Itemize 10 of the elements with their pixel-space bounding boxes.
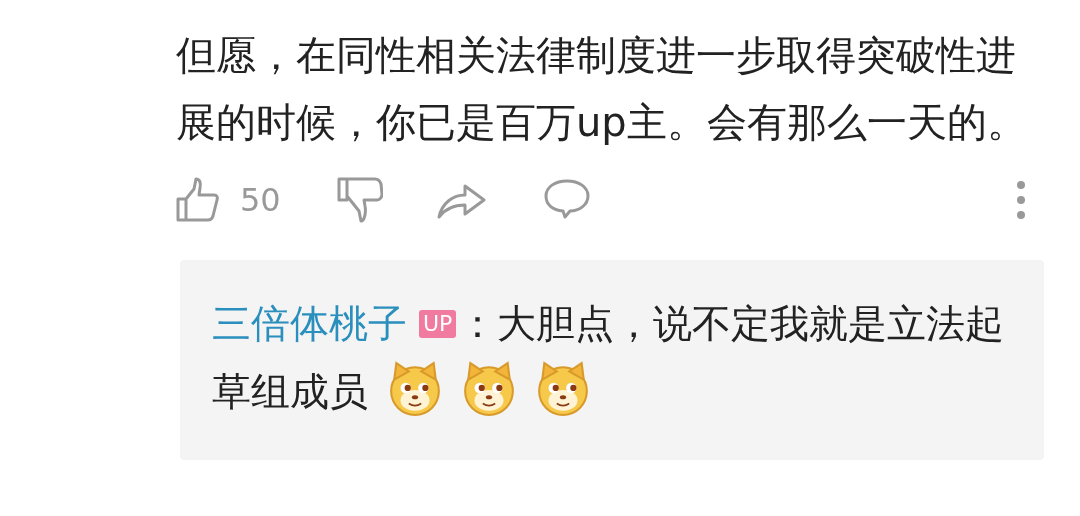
dog-emoji-icon: [536, 361, 590, 417]
dog-emoji-icon: [388, 361, 442, 417]
like-count: 50: [240, 180, 281, 221]
thumbs-up-icon[interactable]: [176, 177, 222, 223]
thumbs-down-icon[interactable]: [336, 177, 383, 223]
more-icon[interactable]: [1016, 180, 1026, 220]
username-link[interactable]: 三倍体桃子: [212, 301, 407, 346]
comment-text: 但愿，在同性相关法律制度进一步取得突破性进展的时候，你已是百万up主。会有那么一天的。: [176, 31, 1028, 147]
dog-emoji-icon: [462, 361, 516, 417]
up-badge: UP: [419, 310, 457, 338]
